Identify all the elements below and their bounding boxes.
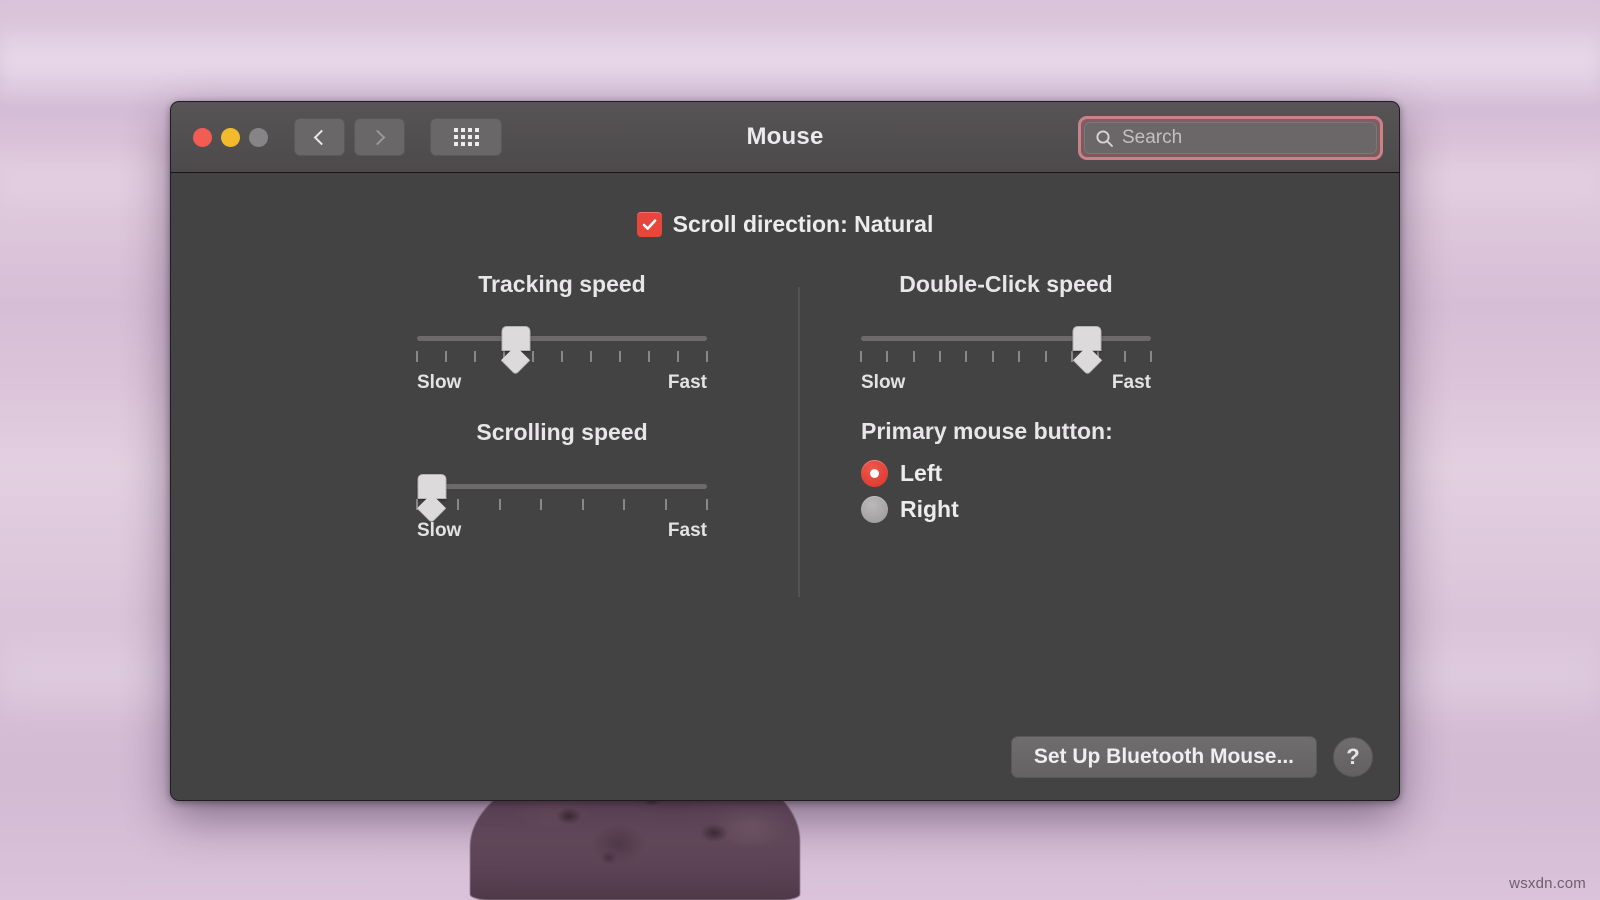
slider-tick (474, 351, 476, 362)
slider-tick (860, 351, 862, 362)
pane-footer: Set Up Bluetooth Mouse... ? (1011, 736, 1373, 778)
slider-thumb[interactable] (1073, 326, 1102, 351)
double-click-speed-block: Double-Click speed Slow Fast (861, 271, 1151, 394)
slider-tick (1150, 351, 1152, 362)
slider-track (417, 484, 707, 489)
slider-max-label: Fast (1112, 372, 1151, 394)
navigation-button-group (294, 118, 405, 156)
chevron-right-icon (370, 129, 386, 145)
slider-tick (457, 499, 459, 510)
slider-max-label: Fast (668, 520, 707, 542)
slider-tick (1071, 351, 1073, 362)
slider-tick (1124, 351, 1126, 362)
slider-track (417, 336, 707, 341)
traffic-light-group (193, 128, 268, 147)
radio-button-right[interactable] (861, 496, 888, 523)
primary-mouse-button-title: Primary mouse button: (861, 418, 1113, 445)
tracking-speed-end-labels: Slow Fast (417, 372, 707, 394)
slider-tick (540, 499, 542, 510)
double-click-speed-end-labels: Slow Fast (861, 372, 1151, 394)
scroll-direction-checkbox[interactable] (637, 212, 662, 237)
slider-tick (532, 351, 534, 362)
slider-max-label: Fast (668, 372, 707, 394)
tracking-speed-title: Tracking speed (417, 271, 707, 298)
search-field[interactable] (1084, 122, 1377, 154)
radio-label-right: Right (900, 496, 959, 523)
chevron-left-icon (314, 129, 330, 145)
close-button[interactable] (193, 128, 212, 147)
slider-tick (561, 351, 563, 362)
slider-tick (965, 351, 967, 362)
slider-min-label: Slow (417, 372, 461, 394)
window-toolbar: Mouse (171, 102, 1399, 173)
radio-option-right[interactable]: Right (861, 496, 1113, 523)
tracking-speed-slider[interactable] (417, 324, 707, 370)
scrolling-speed-end-labels: Slow Fast (417, 520, 707, 542)
slider-tick (499, 499, 501, 510)
search-icon (1095, 129, 1114, 148)
preference-pane-content: Scroll direction: Natural Tracking speed… (171, 173, 1399, 800)
slider-tick (416, 351, 418, 362)
slider-tick (706, 351, 708, 362)
scroll-direction-row[interactable]: Scroll direction: Natural (171, 211, 1399, 238)
system-preferences-window: Mouse Scroll direction: Natu (170, 101, 1400, 801)
scrolling-speed-slider[interactable] (417, 472, 707, 518)
primary-mouse-button-group: Primary mouse button: Left Right (861, 418, 1113, 532)
radio-label-left: Left (900, 460, 942, 487)
slider-tick (590, 351, 592, 362)
search-input[interactable] (1122, 127, 1367, 149)
column-divider (798, 287, 800, 597)
double-click-speed-slider[interactable] (861, 324, 1151, 370)
slider-tick (648, 351, 650, 362)
slider-min-label: Slow (861, 372, 905, 394)
double-click-speed-title: Double-Click speed (861, 271, 1151, 298)
search-field-highlight (1078, 116, 1383, 160)
scrolling-speed-block: Scrolling speed Slow Fast (417, 419, 707, 542)
slider-tick (665, 499, 667, 510)
slider-track (861, 336, 1151, 341)
radio-option-left[interactable]: Left (861, 460, 1113, 487)
slider-tick (677, 351, 679, 362)
slider-tick (1045, 351, 1047, 362)
slider-tick (623, 499, 625, 510)
slider-min-label: Slow (417, 520, 461, 542)
slider-ticks (417, 351, 707, 362)
slider-tick (706, 499, 708, 510)
radio-button-left[interactable] (861, 460, 888, 487)
slider-tick (886, 351, 888, 362)
show-all-button[interactable] (430, 118, 502, 156)
slider-ticks (417, 499, 707, 510)
zoom-button[interactable] (249, 128, 268, 147)
forward-button[interactable] (354, 118, 405, 156)
slider-thumb[interactable] (417, 474, 446, 499)
set-up-bluetooth-mouse-button[interactable]: Set Up Bluetooth Mouse... (1011, 736, 1317, 778)
slider-tick (445, 351, 447, 362)
scroll-direction-label: Scroll direction: Natural (673, 211, 934, 238)
slider-tick (992, 351, 994, 362)
minimize-button[interactable] (221, 128, 240, 147)
back-button[interactable] (294, 118, 345, 156)
slider-tick (939, 351, 941, 362)
slider-ticks (861, 351, 1151, 362)
grid-icon (454, 128, 479, 146)
slider-thumb[interactable] (501, 326, 530, 351)
cloud-band (0, 20, 1600, 110)
watermark: wsxdn.com (1509, 875, 1586, 892)
slider-tick (619, 351, 621, 362)
scrolling-speed-title: Scrolling speed (417, 419, 707, 446)
slider-tick (582, 499, 584, 510)
help-button[interactable]: ? (1333, 737, 1373, 777)
checkmark-icon (641, 216, 658, 233)
desktop-background: wsxdn.com (0, 0, 1600, 900)
slider-tick (1018, 351, 1020, 362)
tracking-speed-block: Tracking speed Slow Fast (417, 271, 707, 394)
slider-tick (913, 351, 915, 362)
